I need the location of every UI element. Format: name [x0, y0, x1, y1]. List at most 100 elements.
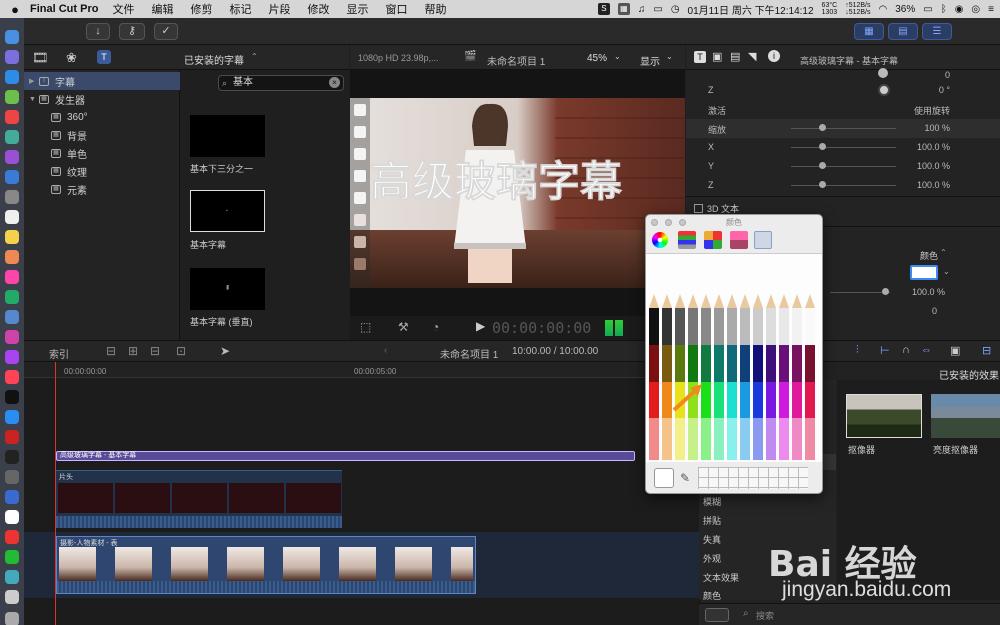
battery-icon[interactable]: ▭: [923, 4, 932, 15]
viewer-tool-square[interactable]: [354, 170, 366, 182]
pencil[interactable]: [727, 308, 737, 348]
app-icon-21[interactable]: [5, 430, 19, 444]
keyword-button[interactable]: ⚷: [119, 23, 145, 40]
import-button[interactable]: ↓: [86, 23, 110, 40]
audio-skimming-icon[interactable]: ∩: [902, 344, 910, 356]
pencil[interactable]: [688, 345, 698, 385]
pencil[interactable]: [675, 418, 685, 460]
wifi-icon[interactable]: ◠: [878, 4, 887, 15]
android-icon[interactable]: [5, 90, 19, 104]
inspector-popup-value[interactable]: 使用旋转: [914, 104, 950, 117]
pencil[interactable]: [675, 308, 685, 348]
inspector-value[interactable]: 100 %: [924, 123, 950, 133]
control-center-icon[interactable]: ≡: [988, 4, 994, 15]
pencil[interactable]: [662, 345, 672, 385]
viewer-timecode[interactable]: 00:00:00:00: [492, 319, 591, 337]
disclosure-triangle-icon[interactable]: ▶: [29, 77, 39, 85]
edit-mode-icon[interactable]: ⊡: [176, 344, 186, 358]
viewer-display-menu[interactable]: 显示: [640, 53, 660, 68]
opacity-slider[interactable]: [830, 288, 890, 295]
pencil[interactable]: [662, 418, 672, 460]
insert-clip-icon[interactable]: ⊞: [128, 344, 138, 358]
app-icon-8[interactable]: [5, 170, 19, 184]
menu-edit[interactable]: 编辑: [151, 1, 173, 17]
clock-icon[interactable]: ◷: [671, 4, 680, 15]
message-icon[interactable]: ▭: [653, 4, 662, 15]
pencil[interactable]: [740, 345, 750, 385]
background-tasks-button[interactable]: ✓: [154, 23, 178, 40]
pencil[interactable]: [766, 418, 776, 460]
chevron-down-icon[interactable]: ⌄: [614, 52, 621, 61]
effects-browser-icon[interactable]: ⊟: [982, 344, 991, 357]
effects-category-color[interactable]: 颜色: [703, 589, 721, 602]
chrome-icon-2[interactable]: [5, 130, 19, 144]
text-inspector-icon[interactable]: T: [694, 51, 706, 63]
pencil[interactable]: [701, 382, 711, 422]
viewer-tool-square[interactable]: [354, 258, 366, 270]
pencil[interactable]: [805, 345, 815, 385]
slider-knob[interactable]: [882, 288, 889, 295]
yandex-icon[interactable]: [5, 510, 19, 524]
title-clip[interactable]: 高级玻璃字幕 - 基本字幕: [56, 451, 635, 461]
transform-icon[interactable]: ⬚: [360, 320, 371, 334]
effects-category-distortion[interactable]: 失真: [703, 533, 721, 546]
viewer-tool-square[interactable]: [354, 104, 366, 116]
inspector-value[interactable]: 100.0 %: [917, 180, 950, 190]
viewer-tool-square[interactable]: [354, 214, 366, 226]
app-icon-14[interactable]: [5, 290, 19, 304]
pencil[interactable]: [792, 418, 802, 460]
dial-knob[interactable]: [878, 84, 890, 96]
viewer-tool-square[interactable]: [354, 236, 366, 248]
pencil[interactable]: [766, 308, 776, 348]
pencil[interactable]: [714, 308, 724, 348]
pencil[interactable]: [766, 345, 776, 385]
pencil[interactable]: [792, 345, 802, 385]
title-thumb-lower-third[interactable]: [190, 115, 265, 157]
inspector-value[interactable]: 100.0 %: [917, 142, 950, 152]
sidebar-item-generators[interactable]: ▼ ▦ 发生器: [24, 90, 180, 108]
color-wheel-tab-icon[interactable]: [652, 232, 668, 248]
chevron-updown-icon[interactable]: ⌃: [940, 248, 947, 257]
weibo-icon[interactable]: [5, 530, 19, 544]
pencil[interactable]: [649, 382, 659, 422]
pencil[interactable]: [805, 308, 815, 348]
app-icon-16[interactable]: [5, 330, 19, 344]
snapping-icon[interactable]: ⊢: [880, 344, 890, 357]
pencil[interactable]: [753, 308, 763, 348]
scale-x-slider[interactable]: [791, 143, 896, 150]
playhead[interactable]: [55, 362, 56, 625]
pencil[interactable]: [688, 308, 698, 348]
pencil-palette[interactable]: [646, 290, 823, 460]
app-icon-12[interactable]: [5, 250, 19, 264]
timeline-toggle-button[interactable]: ▤: [888, 23, 918, 40]
pencil[interactable]: [753, 382, 763, 422]
effects-category-blur[interactable]: 模糊: [703, 495, 721, 508]
podcast-icon[interactable]: [5, 350, 19, 364]
finder-icon[interactable]: [5, 30, 19, 44]
video-inspector-icon[interactable]: ▤: [730, 50, 740, 63]
scale-z-slider[interactable]: [791, 181, 896, 188]
terminal-icon[interactable]: [5, 450, 19, 464]
menu-clip[interactable]: 片段: [268, 1, 290, 17]
menu-help[interactable]: 帮助: [424, 1, 446, 17]
menu-file[interactable]: 文件: [112, 1, 134, 17]
launchpad-icon[interactable]: [5, 50, 19, 64]
pencil[interactable]: [727, 345, 737, 385]
scale-slider[interactable]: [791, 124, 896, 131]
pencil[interactable]: [753, 345, 763, 385]
disclosure-triangle-icon[interactable]: ▼: [29, 96, 39, 103]
browser-search-input[interactable]: ⌕ 基本 ×: [218, 75, 344, 91]
sidebar-item-360[interactable]: ▦ 360°: [24, 108, 180, 126]
slider-knob[interactable]: [819, 124, 826, 131]
crayons-tab-icon[interactable]: [754, 231, 772, 249]
effect-thumb-luma-keyer[interactable]: [931, 394, 1000, 438]
chevron-down-icon[interactable]: ⌄: [666, 52, 673, 61]
pencil[interactable]: [792, 308, 802, 348]
sidebar-item-elements[interactable]: ▦ 元素: [24, 180, 180, 198]
pencil[interactable]: [714, 418, 724, 460]
browser-collection-title[interactable]: 已安装的字幕: [184, 52, 244, 67]
menu-modify[interactable]: 修改: [307, 1, 329, 17]
scale-y-slider[interactable]: [791, 162, 896, 169]
title-thumb-vertical[interactable]: ▮: [190, 268, 265, 310]
app-icon-24[interactable]: [5, 490, 19, 504]
